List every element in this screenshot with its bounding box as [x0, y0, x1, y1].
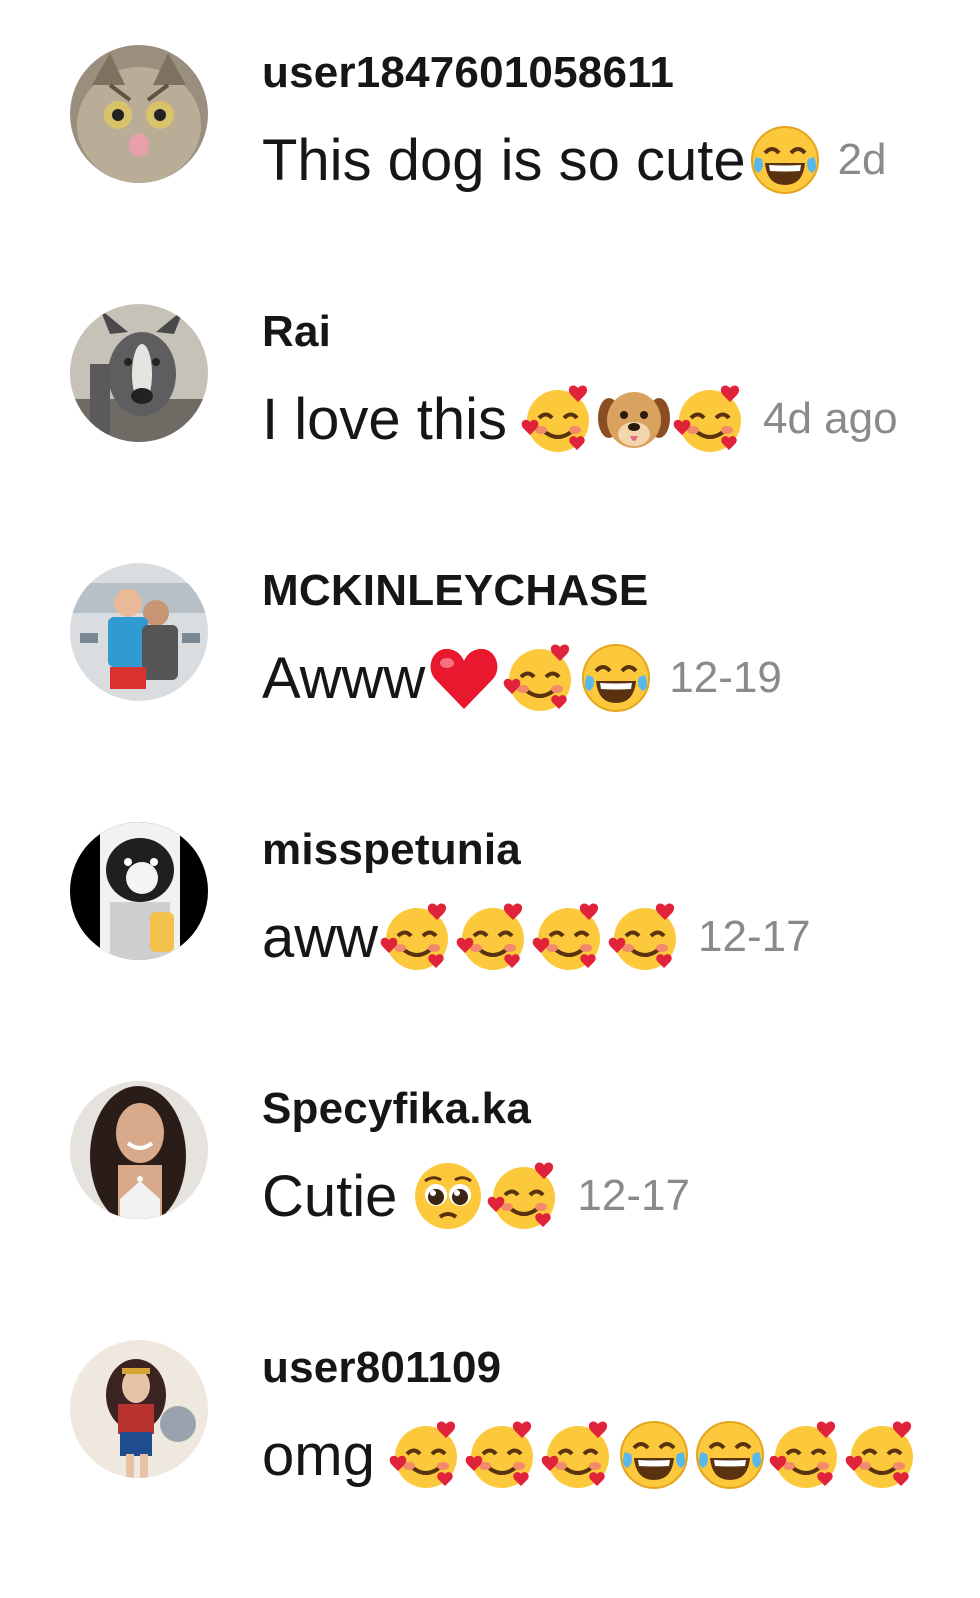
joy-emoji-icon: [693, 1418, 767, 1492]
comment-body: omg: [262, 1415, 919, 1495]
heroine-avatar[interactable]: [70, 1340, 208, 1478]
comment-text: This dog is so cute: [262, 127, 746, 193]
comment-text: omg: [262, 1422, 375, 1488]
comment-text: aww: [262, 904, 379, 970]
comment-body: I love this 4d ago: [262, 379, 898, 459]
pleading-emoji-icon: [411, 1159, 485, 1233]
heart-emoji-icon: [427, 641, 501, 715]
comment-item[interactable]: Specyfika.ka Cutie 12-17: [0, 1036, 980, 1296]
people-avatar[interactable]: [70, 563, 208, 701]
comment-username[interactable]: misspetunia: [262, 825, 521, 875]
dog-emoji-icon: [597, 382, 671, 456]
comment-username[interactable]: user801109: [262, 1343, 501, 1393]
comment-item[interactable]: misspetunia aww 12-17: [0, 777, 980, 1037]
smiling-hearts-emoji-icon: [845, 1418, 919, 1492]
smiling-hearts-emoji-icon: [521, 382, 595, 456]
smiling-hearts-emoji-icon: [503, 641, 577, 715]
smiling-hearts-emoji-icon: [456, 900, 530, 974]
comment-timestamp: 4d ago: [763, 394, 898, 443]
comment-body: Awww 12-19: [262, 638, 782, 718]
comment-timestamp: 2d: [837, 135, 887, 184]
comment-body: aww 12-17: [262, 897, 811, 977]
joy-emoji-icon: [617, 1418, 691, 1492]
smiling-hearts-emoji-icon: [532, 900, 606, 974]
smiling-hearts-emoji-icon: [389, 1418, 463, 1492]
dog-avatar[interactable]: [70, 304, 208, 442]
comment-username[interactable]: user1847601058611: [262, 48, 674, 98]
comment-text: Awww: [262, 645, 426, 711]
smiling-hearts-emoji-icon: [769, 1418, 843, 1492]
comment-item[interactable]: MCKINLEYCHASE Awww 12-19: [0, 518, 980, 778]
smiling-hearts-emoji-icon: [487, 1159, 561, 1233]
comment-username[interactable]: MCKINLEYCHASE: [262, 566, 648, 616]
comment-item[interactable]: user1847601058611 This dog is so cute 2d: [0, 0, 980, 260]
smiling-hearts-emoji-icon: [673, 382, 747, 456]
joy-emoji-icon: [579, 641, 653, 715]
smiling-hearts-emoji-icon: [541, 1418, 615, 1492]
comment-text: Cutie: [262, 1163, 398, 1229]
comment-username[interactable]: Specyfika.ka: [262, 1084, 531, 1134]
cat-avatar[interactable]: [70, 45, 208, 183]
comment-body: Cutie 12-17: [262, 1156, 690, 1236]
comment-item[interactable]: user801109 omg: [0, 1295, 980, 1555]
woman-avatar[interactable]: [70, 1081, 208, 1219]
joy-emoji-icon: [748, 123, 822, 197]
comment-timestamp: 12-19: [669, 653, 782, 702]
comment-item[interactable]: Rai I love this 4d ago: [0, 259, 980, 519]
comment-username[interactable]: Rai: [262, 307, 331, 357]
bulldog-avatar[interactable]: [70, 822, 208, 960]
comment-text: I love this: [262, 386, 507, 452]
smiling-hearts-emoji-icon: [380, 900, 454, 974]
comment-timestamp: 12-17: [577, 1171, 690, 1220]
smiling-hearts-emoji-icon: [608, 900, 682, 974]
comment-body: This dog is so cute 2d: [262, 120, 887, 200]
smiling-hearts-emoji-icon: [465, 1418, 539, 1492]
comment-timestamp: 12-17: [698, 912, 811, 961]
